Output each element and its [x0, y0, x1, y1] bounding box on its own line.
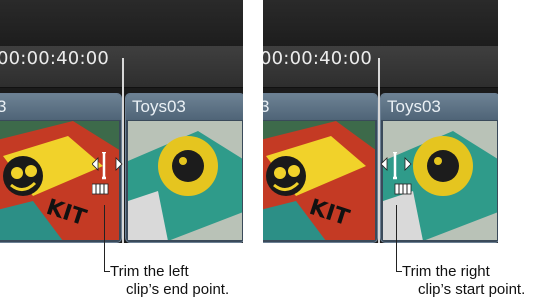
playhead[interactable]: [378, 58, 380, 243]
film-trim-icon: [394, 183, 412, 195]
timeline-toolbar: [0, 0, 243, 47]
callout-line-right: [396, 205, 402, 272]
caption-right: Trim the right clip’s start point.: [402, 263, 525, 299]
timeline-clip-right[interactable]: Toys03: [125, 93, 243, 243]
clip-label: 3: [263, 94, 377, 120]
caption-line-2: clip’s end point.: [126, 281, 230, 298]
caption-line-1: Trim the right: [402, 263, 490, 280]
clip-label: Toys03: [381, 94, 498, 120]
timeline-clip-left[interactable]: 3 KIT: [263, 93, 378, 243]
clip-thumbnail: KIT: [263, 121, 375, 240]
clip-thumbnail: [128, 121, 242, 240]
clip-label: 3: [0, 94, 121, 120]
film-trim-icon: [92, 183, 109, 195]
timeline-panel-left: 00:00:40:00 3 KIT Toys03: [0, 0, 243, 243]
trim-bracket-icon[interactable]: [381, 152, 415, 202]
ruler-timecode: 00:00:40:00: [263, 48, 373, 69]
caption-line-1: Trim the left: [110, 263, 189, 280]
trim-bracket-icon[interactable]: [92, 152, 126, 202]
caption-line-2: clip’s start point.: [418, 281, 526, 298]
playhead[interactable]: [122, 58, 124, 243]
callout-line-left: [104, 205, 110, 272]
ruler-timecode: 00:00:40:00: [0, 48, 110, 69]
timeline-panel-right: 00:00:40:00 3 KIT Toys03: [263, 0, 498, 243]
clip-label: Toys03: [126, 94, 243, 120]
timeline-toolbar: [263, 0, 498, 47]
caption-left: Trim the left clip’s end point.: [110, 263, 229, 299]
